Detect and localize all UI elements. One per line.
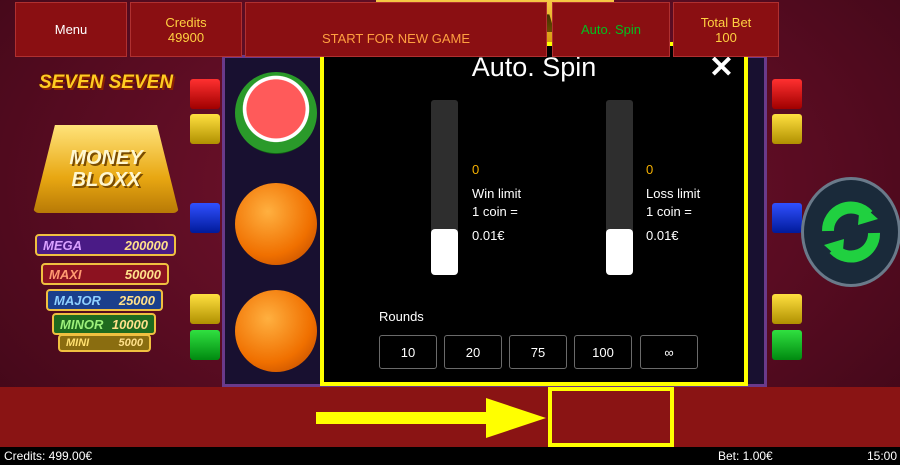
win-limit-label: Win limit: [472, 186, 522, 201]
status-bet: Bet: 1.00€: [718, 449, 773, 463]
rounds-label: Rounds: [379, 309, 424, 324]
logo-money-text: MONEY: [69, 147, 143, 169]
jackpot-maxi: MAXI 50000: [41, 263, 169, 285]
loss-limit-coin-value: 0.01€: [646, 228, 679, 243]
status-bar: Credits: 499.00€ Bet: 1.00€ 15:00: [0, 447, 900, 465]
payline-marker: [772, 203, 802, 233]
loss-limit-coin-label: 1 coin =: [646, 204, 692, 219]
game-logo-title: SEVEN SEVEN: [38, 72, 174, 93]
win-limit-info: 0 Win limit 1 coin = 0.01€: [472, 161, 521, 245]
jackpot-mini: MINI 5000: [58, 334, 151, 352]
jackpot-value: 50000: [124, 266, 161, 282]
total-bet-display: Total Bet 100: [673, 2, 779, 57]
loss-limit-slider[interactable]: [606, 100, 633, 275]
loss-limit-info: 0 Loss limit 1 coin = 0.01€: [646, 161, 700, 245]
total-bet-label: Total Bet: [700, 14, 752, 30]
total-bet-value: 100: [715, 29, 737, 45]
win-limit-slider[interactable]: [431, 100, 458, 275]
money-bloxx-logo: MONEY BLOXX: [33, 125, 179, 213]
loss-limit-label: Loss limit: [646, 186, 701, 201]
autospin-highlight: [548, 387, 674, 447]
jackpot-name: MINOR: [60, 316, 104, 332]
jackpot-minor: MINOR 10000: [52, 313, 156, 335]
win-limit-coin-label: 1 coin =: [472, 204, 518, 219]
credits-value: 49900: [167, 29, 205, 45]
logo-bloxx-text: BLOXX: [71, 169, 141, 191]
jackpot-major: MAJOR 25000: [46, 289, 163, 311]
rounds-option-infinite[interactable]: ∞: [640, 335, 698, 369]
autospin-label: Auto. Spin: [581, 22, 641, 37]
pointer-arrow-icon: [316, 398, 546, 438]
jackpot-value: 10000: [111, 316, 148, 332]
rounds-option-75[interactable]: 75: [509, 335, 567, 369]
slider-handle[interactable]: [431, 229, 458, 275]
start-game-area[interactable]: START FOR NEW GAME: [245, 2, 547, 57]
win-limit-coin-value: 0.01€: [472, 228, 505, 243]
rounds-option-20[interactable]: 20: [444, 335, 502, 369]
payline-marker: [190, 79, 220, 109]
refresh-arrows-icon: [822, 201, 880, 263]
menu-button[interactable]: Menu: [15, 2, 127, 57]
credits-label: Credits: [165, 14, 207, 30]
autospin-dialog: Auto. Spin ✕ 0 Win limit 1 coin = 0.01€ …: [320, 42, 748, 386]
status-credits: Credits: 499.00€: [4, 449, 93, 463]
jackpot-value: 25000: [118, 292, 155, 308]
status-time: 15:00: [867, 449, 898, 463]
spin-button[interactable]: [801, 177, 900, 287]
orange-icon: [235, 290, 317, 372]
start-text: START FOR NEW GAME: [321, 31, 471, 46]
loss-limit-value: 0: [646, 162, 654, 177]
rounds-option-10[interactable]: 10: [379, 335, 437, 369]
jackpot-name: MINI: [66, 337, 90, 349]
payline-marker: [772, 294, 802, 324]
payline-marker: [772, 330, 802, 360]
menu-label: Menu: [54, 22, 88, 37]
jackpot-mega: MEGA 200000: [35, 234, 176, 256]
jackpot-value: 200000: [124, 237, 168, 253]
watermelon-icon: [235, 72, 317, 154]
jackpot-name: MAJOR: [54, 292, 101, 308]
credits-display: Credits 49900: [130, 2, 242, 57]
slider-handle[interactable]: [606, 229, 633, 275]
payline-marker: [190, 114, 220, 144]
win-limit-value: 0: [472, 162, 480, 177]
orange-icon: [235, 183, 317, 265]
jackpot-name: MEGA: [43, 237, 82, 253]
payline-marker: [772, 114, 802, 144]
jackpot-name: MAXI: [49, 266, 82, 282]
jackpot-value: 5000: [118, 337, 143, 349]
payline-marker: [772, 79, 802, 109]
payline-marker: [190, 203, 220, 233]
rounds-option-100[interactable]: 100: [574, 335, 632, 369]
payline-marker: [190, 330, 220, 360]
payline-marker: [190, 294, 220, 324]
autospin-button[interactable]: Auto. Spin: [552, 2, 670, 57]
